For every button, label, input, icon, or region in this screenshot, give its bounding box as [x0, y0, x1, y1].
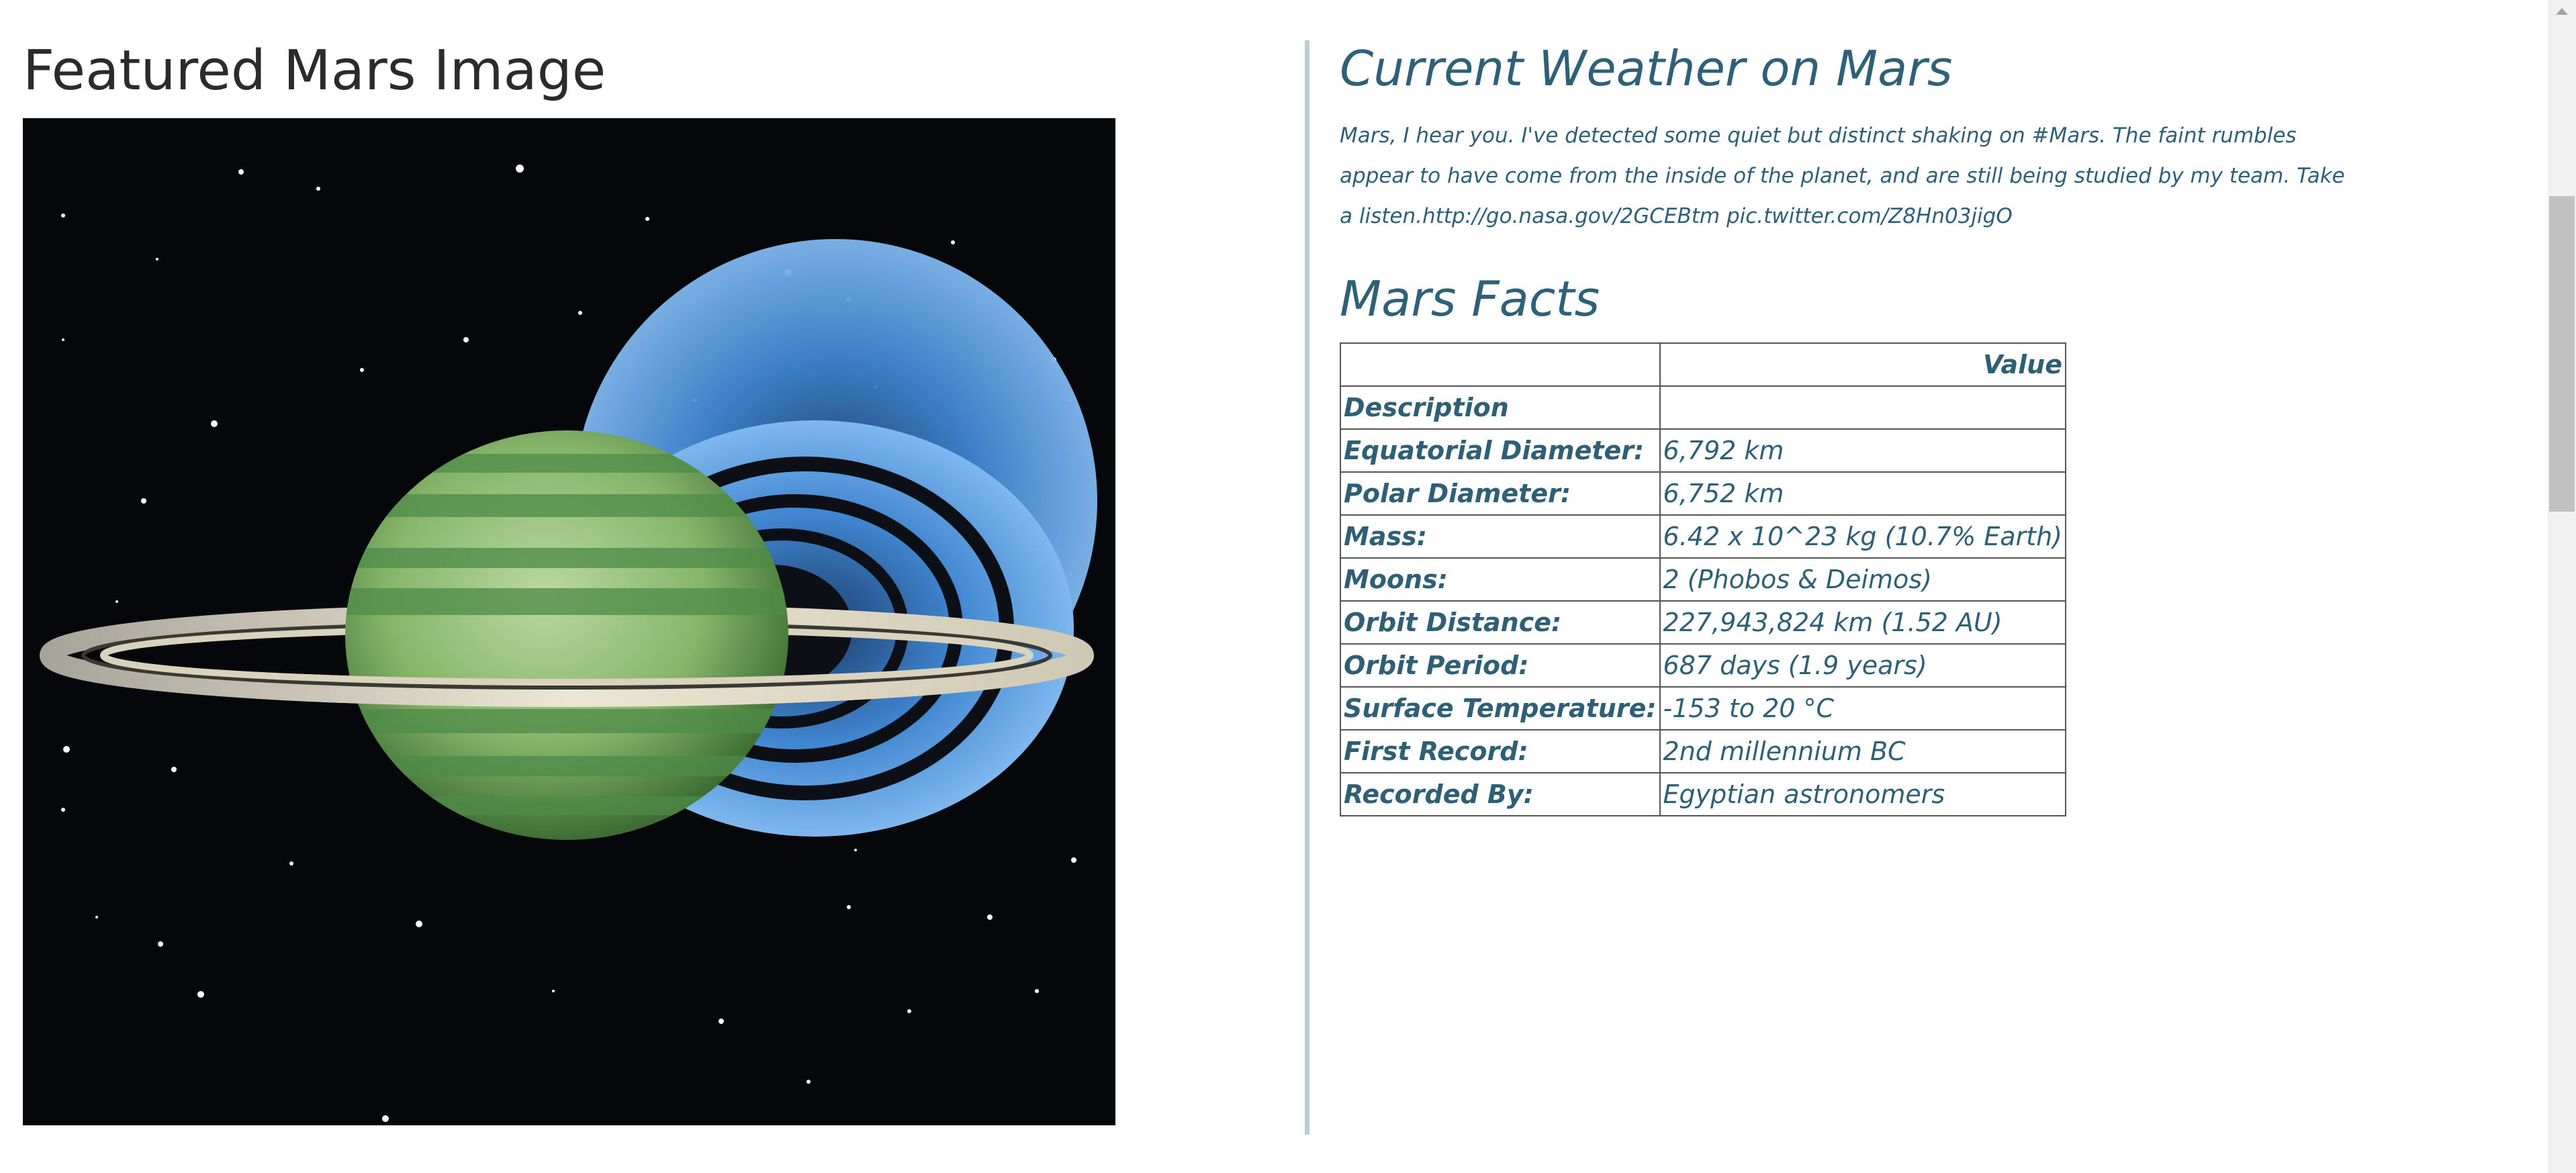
row-label: Moons:: [1340, 557, 1661, 602]
facts-title: Mars Facts: [1340, 271, 1600, 327]
table-row: Moons: 2 (Phobos & Deimos): [1340, 557, 2066, 602]
featured-image-title: Featured Mars Image: [23, 39, 606, 103]
featured-image: [23, 118, 1115, 1125]
table-row: Surface Temperature: -153 to 20 °C: [1340, 686, 2066, 731]
row-label: Description: [1340, 385, 1661, 430]
row-label: Mass:: [1340, 514, 1661, 559]
row-label: Polar Diameter:: [1340, 471, 1661, 516]
row-value: 2 (Phobos & Deimos): [1659, 557, 2066, 602]
table-row: Orbit Period: 687 days (1.9 years): [1340, 643, 2066, 688]
table-row: Polar Diameter: 6,752 km: [1340, 471, 2066, 516]
table-row: Description: [1340, 385, 2066, 430]
page: Featured Mars Image Current Weather on M…: [0, 0, 2576, 1173]
header-value-cell: Value: [1659, 342, 2066, 387]
row-value: [1659, 385, 2066, 430]
row-label: Equatorial Diameter:: [1340, 428, 1661, 473]
table-row: Recorded By: Egyptian astronomers: [1340, 772, 2066, 816]
scrollbar-thumb[interactable]: [2549, 196, 2575, 512]
row-value: 2nd millennium BC: [1659, 729, 2066, 773]
row-value: 227,943,824 km (1.52 AU): [1659, 600, 2066, 645]
header-label-cell: [1340, 342, 1661, 387]
column-divider: [1305, 40, 1309, 1135]
planet-illustration: [40, 165, 1097, 1122]
row-value: 687 days (1.9 years): [1659, 643, 2066, 688]
row-label: First Record:: [1340, 729, 1661, 773]
row-value: -153 to 20 °C: [1659, 686, 2066, 731]
table-row: Orbit Distance: 227,943,824 km (1.52 AU): [1340, 600, 2066, 645]
table-row: Mass: 6.42 x 10^23 kg (10.7% Earth): [1340, 514, 2066, 559]
scroll-up-arrow-icon[interactable]: [2548, 0, 2576, 23]
weather-title: Current Weather on Mars: [1340, 40, 1953, 97]
table-header-row: Value: [1340, 342, 2066, 387]
row-value: Egyptian astronomers: [1659, 772, 2066, 816]
table-row: First Record: 2nd millennium BC: [1340, 729, 2066, 773]
row-value: 6,752 km: [1659, 471, 2066, 516]
row-label: Surface Temperature:: [1340, 686, 1661, 731]
weather-text: Mars, I hear you. I've detected some qui…: [1340, 124, 2345, 228]
row-value: 6.42 x 10^23 kg (10.7% Earth): [1659, 514, 2066, 559]
table-row: Equatorial Diameter: 6,792 km: [1340, 428, 2066, 473]
row-label: Orbit Distance:: [1340, 600, 1661, 645]
row-label: Recorded By:: [1340, 772, 1661, 816]
row-label: Orbit Period:: [1340, 643, 1661, 688]
vertical-scrollbar[interactable]: [2548, 0, 2576, 1173]
mars-facts-table: Value Description Equatorial Diameter: 6…: [1340, 342, 2066, 816]
row-value: 6,792 km: [1659, 428, 2066, 473]
